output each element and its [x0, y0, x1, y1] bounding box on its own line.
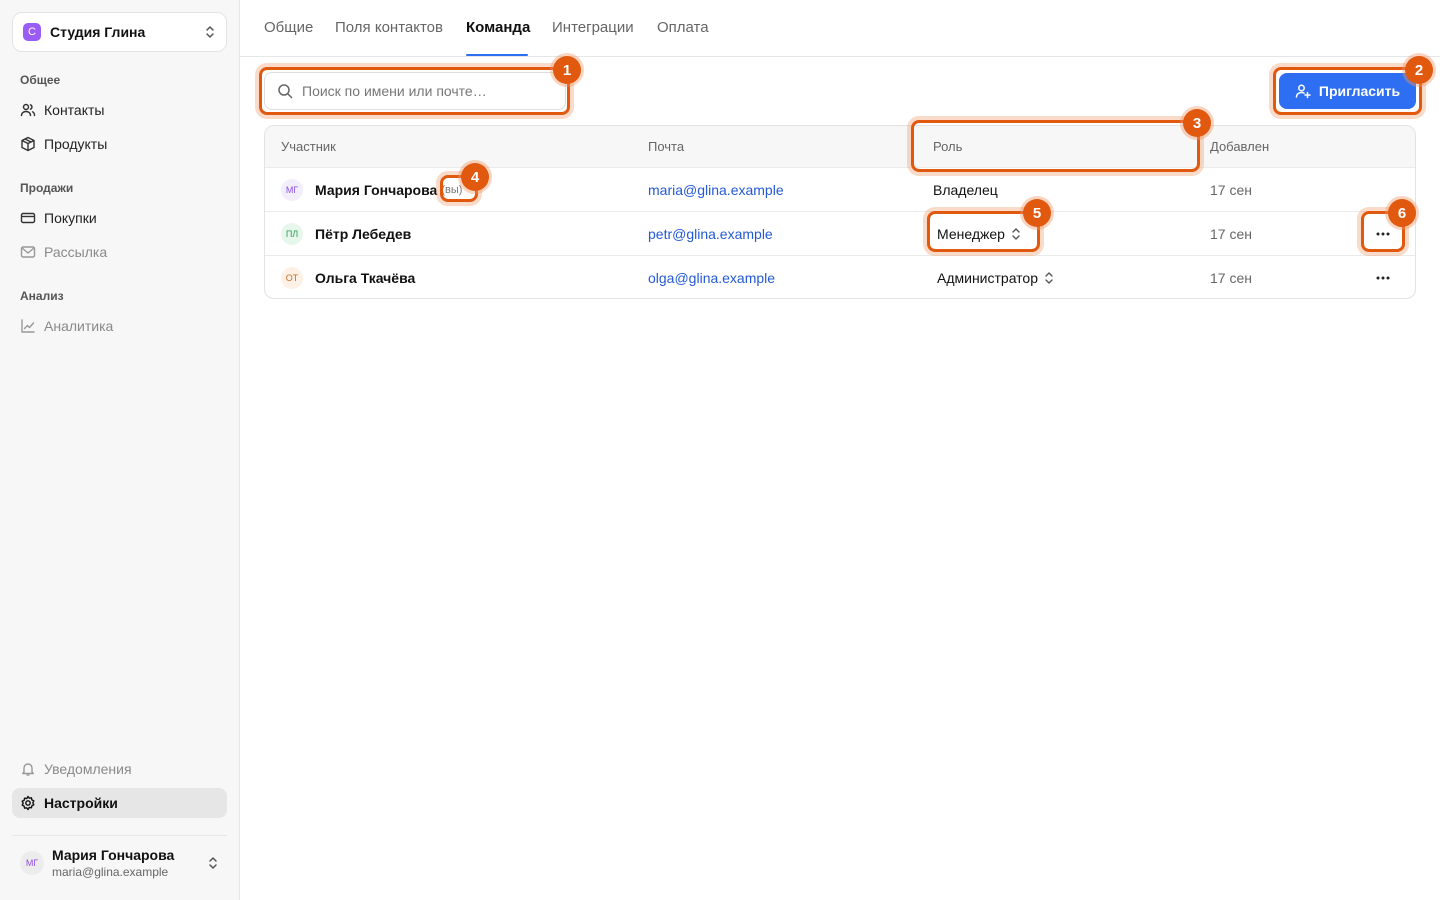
workspace-switcher[interactable]: С Студия Глина — [12, 12, 227, 52]
chevron-up-down-icon — [209, 857, 217, 869]
added-date: 17 сен — [1210, 225, 1252, 242]
email-cell: maria@glina.example — [648, 168, 784, 211]
column-header-role: Роль — [933, 139, 963, 154]
active-tab-indicator — [466, 54, 528, 56]
sidebar-item-label: Контакты — [44, 102, 105, 118]
invite-button[interactable]: Пригласить — [1279, 73, 1416, 109]
member-email-link[interactable]: maria@glina.example — [648, 182, 784, 198]
table-header: Участник Почта Роль Добавлен — [265, 126, 1415, 167]
chevron-up-down-icon — [1012, 227, 1020, 240]
sidebar: С Студия Глина Общее Контакты Продукты П… — [0, 0, 240, 900]
member-search[interactable] — [264, 72, 566, 110]
avatar: МГ — [281, 178, 303, 201]
member-cell: ОТ Ольга Ткачёва — [281, 256, 416, 298]
sidebar-item-label: Уведомления — [44, 761, 132, 777]
added-cell: 17 сен — [1210, 256, 1252, 298]
tab-team[interactable]: Команда — [466, 19, 530, 36]
email-cell: olga@glina.example — [648, 256, 775, 298]
role-select-value: Менеджер — [937, 225, 1005, 242]
more-horizontal-icon — [1376, 276, 1390, 280]
mail-icon — [20, 246, 36, 258]
email-cell: petr@glina.example — [648, 212, 773, 255]
settings-tabs: Общие Поля контактов Команда Интеграции … — [240, 0, 1440, 57]
users-icon — [20, 103, 36, 117]
column-header-email: Почта — [648, 139, 685, 154]
member-cell: МГ Мария Гончарова (вы) — [281, 168, 462, 211]
tab-billing[interactable]: Оплата — [657, 19, 709, 36]
role-cell: Администратор — [937, 256, 1054, 298]
sidebar-item-notifications[interactable]: Уведомления — [12, 754, 227, 784]
added-cell: 17 сен — [1210, 168, 1252, 211]
sidebar-item-mailing[interactable]: Рассылка — [12, 237, 227, 267]
more-horizontal-icon — [1376, 232, 1390, 236]
invite-button-label: Пригласить — [1318, 83, 1401, 99]
you-badge: (вы) — [441, 183, 463, 196]
table-row: ПЛ Пётр Лебедев petr@glina.example Менед… — [265, 211, 1415, 255]
sidebar-item-analytics[interactable]: Аналитика — [12, 311, 227, 341]
avatar: ОТ — [281, 266, 303, 289]
sidebar-item-label: Покупки — [44, 210, 97, 226]
sidebar-item-label: Рассылка — [44, 244, 108, 260]
sidebar-item-contacts[interactable]: Контакты — [12, 95, 227, 125]
card-icon — [20, 212, 36, 224]
tab-contact-fields[interactable]: Поля контактов — [335, 19, 443, 36]
annotation-badge: 4 — [461, 163, 489, 191]
table-row: ОТ Ольга Ткачёва olga@glina.example Адми… — [265, 255, 1415, 298]
annotation-badge: 3 — [1183, 109, 1211, 137]
column-header-added: Добавлен — [1210, 139, 1270, 154]
sidebar-item-label: Настройки — [44, 795, 118, 811]
added-cell: 17 сен — [1210, 212, 1252, 255]
sidebar-item-settings[interactable]: Настройки — [12, 788, 227, 818]
role-label: Владелец — [933, 181, 998, 198]
user-plus-icon — [1295, 84, 1311, 99]
row-actions-button[interactable] — [1373, 224, 1393, 244]
role-select-value: Администратор — [937, 269, 1039, 286]
team-table: Участник Почта Роль Добавлен МГ Мария Го… — [264, 125, 1416, 299]
bell-icon — [22, 763, 34, 776]
row-actions-button[interactable] — [1373, 268, 1393, 288]
chevron-up-down-icon — [206, 26, 214, 38]
tab-general[interactable]: Общие — [264, 19, 313, 36]
member-name: Ольга Ткачёва — [315, 269, 416, 286]
sidebar-item-label: Продукты — [44, 136, 108, 152]
role-cell: Владелец — [933, 168, 998, 211]
sidebar-item-products[interactable]: Продукты — [12, 129, 227, 159]
sidebar-item-purchases[interactable]: Покупки — [12, 203, 227, 233]
member-email-link[interactable]: petr@glina.example — [648, 226, 773, 242]
avatar: МГ — [20, 851, 44, 875]
member-cell: ПЛ Пётр Лебедев — [281, 212, 411, 255]
role-cell: Менеджер — [937, 212, 1021, 255]
search-input[interactable] — [302, 83, 542, 99]
added-date: 17 сен — [1210, 269, 1252, 286]
workspace-name: Студия Глина — [50, 24, 146, 40]
role-select[interactable]: Администратор — [937, 270, 1054, 286]
annotation-badge: 1 — [553, 56, 581, 84]
annotation-badge: 5 — [1023, 199, 1051, 227]
column-header-member: Участник — [281, 139, 336, 154]
annotation-badge: 2 — [1405, 56, 1433, 84]
table-row: МГ Мария Гончарова (вы) maria@glina.exam… — [265, 167, 1415, 211]
role-select[interactable]: Менеджер — [937, 226, 1021, 242]
sidebar-group-sales: Продажи — [20, 181, 74, 195]
sidebar-group-general: Общее — [20, 73, 61, 87]
sidebar-group-analysis: Анализ — [20, 289, 64, 303]
gear-icon — [21, 795, 35, 811]
user-name: Мария Гончарова — [52, 847, 175, 863]
annotation-badge: 6 — [1388, 199, 1416, 227]
box-icon — [21, 136, 35, 152]
search-icon — [278, 84, 293, 99]
workspace-logo: С — [23, 23, 41, 41]
avatar: ПЛ — [281, 222, 303, 245]
chevron-up-down-icon — [1045, 271, 1053, 284]
chart-line-icon — [21, 319, 35, 333]
member-name: Мария Гончарова — [315, 181, 438, 198]
added-date: 17 сен — [1210, 181, 1252, 198]
sidebar-item-label: Аналитика — [44, 318, 114, 334]
member-email-link[interactable]: olga@glina.example — [648, 270, 775, 286]
user-email: maria@glina.example — [52, 865, 169, 879]
user-menu[interactable]: МГ Мария Гончарова maria@glina.example — [12, 835, 227, 890]
tab-integrations[interactable]: Интеграции — [552, 19, 634, 36]
member-name: Пётр Лебедев — [315, 225, 412, 242]
